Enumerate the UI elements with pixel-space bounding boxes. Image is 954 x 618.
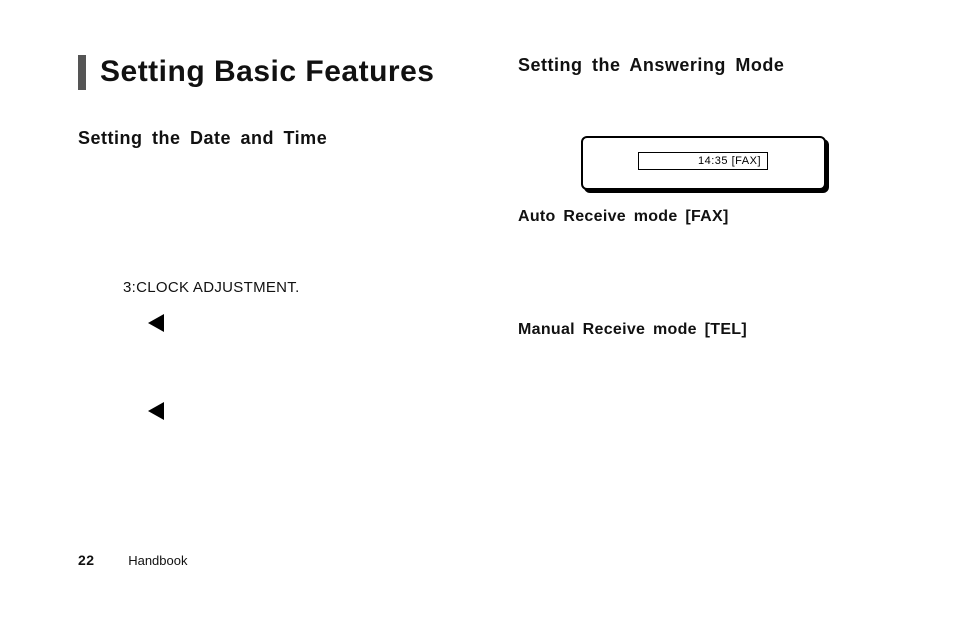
manual-receive-mode-label: Manual Receive mode [TEL]: [518, 321, 888, 339]
section-title-date-time: Setting the Date and Time: [78, 128, 448, 149]
auto-receive-mode-label: Auto Receive mode [FAX]: [518, 208, 888, 226]
arrow-row-2: [148, 402, 448, 420]
page-body: Setting Basic Features Setting the Date …: [0, 0, 954, 420]
footer-label: Handbook: [128, 553, 187, 568]
page-footer: 22 Handbook: [78, 552, 187, 568]
display-screen-text: 14:35 [FAX]: [638, 152, 768, 170]
clock-adjustment-label: 3:CLOCK ADJUSTMENT.: [123, 279, 448, 296]
right-column: Setting the Answering Mode 14:35 [FAX] A…: [518, 55, 888, 420]
arrow-left-icon: [148, 402, 164, 420]
chapter-title: Setting Basic Features: [78, 55, 448, 90]
arrow-row-1: [148, 314, 448, 332]
left-column: Setting Basic Features Setting the Date …: [78, 55, 448, 420]
page-number: 22: [78, 552, 95, 568]
display-outer-frame: 14:35 [FAX]: [581, 136, 826, 190]
fax-display: 14:35 [FAX]: [581, 136, 826, 190]
arrow-left-icon: [148, 314, 164, 332]
section-title-answering-mode: Setting the Answering Mode: [518, 55, 888, 76]
